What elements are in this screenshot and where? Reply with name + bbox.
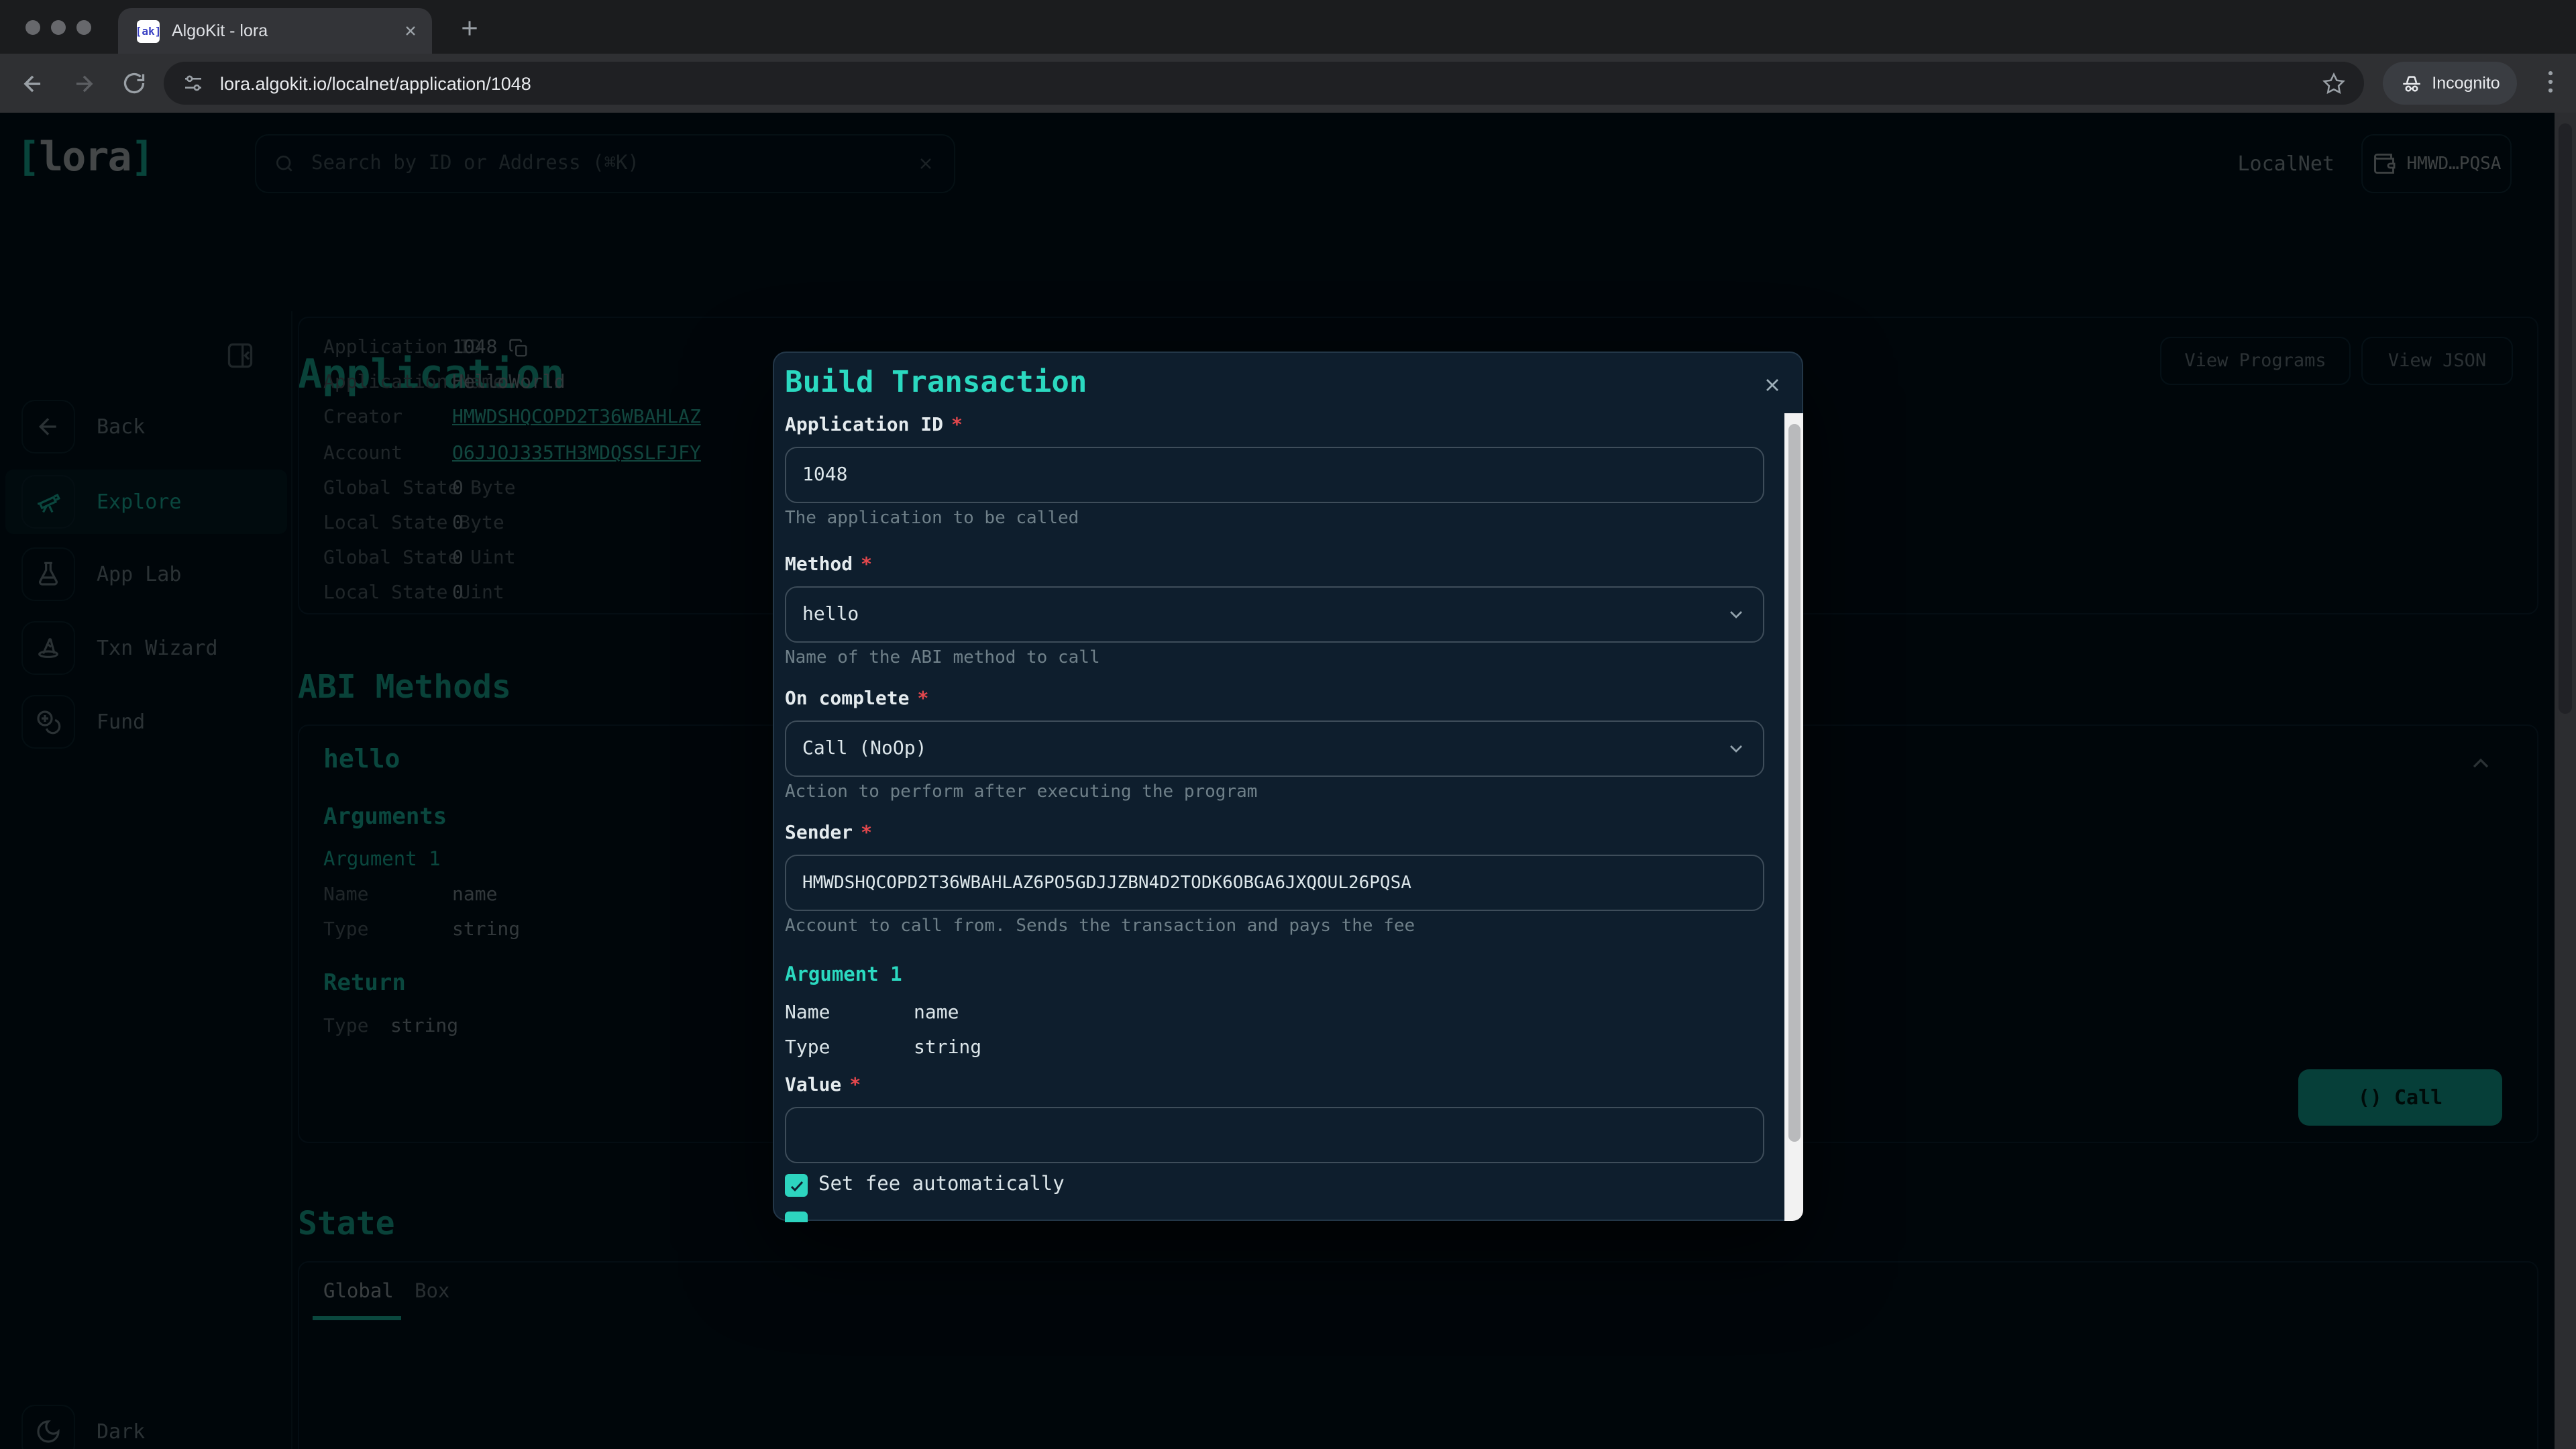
modal-scrollbar-thumb[interactable]	[1788, 424, 1800, 1142]
incognito-icon	[2400, 72, 2422, 95]
page-scrollbar[interactable]	[2555, 113, 2576, 1449]
app-id-label: Application ID*	[785, 415, 963, 436]
forward-button[interactable]	[64, 64, 102, 102]
checkmark-icon	[788, 1177, 804, 1193]
fee-checkbox[interactable]	[785, 1174, 808, 1197]
modal-title: Build Transaction	[785, 366, 1087, 400]
method-helper: Name of the ABI method to call	[785, 648, 1100, 668]
browser-tab[interactable]: [ak] AlgoKit - lora	[118, 8, 432, 54]
value-label: Value*	[785, 1075, 861, 1096]
modal-arg-type-label: Type	[785, 1037, 830, 1059]
value-input[interactable]	[785, 1107, 1764, 1163]
sender-helper: Account to call from. Sends the transact…	[785, 916, 1415, 936]
app-id-helper: The application to be called	[785, 508, 1079, 529]
close-icon[interactable]	[1762, 374, 1783, 396]
modal-argument1-heading: Argument 1	[785, 965, 902, 986]
tab-close-icon[interactable]	[402, 23, 419, 39]
method-label: Method*	[785, 554, 872, 576]
new-tab-button[interactable]	[451, 9, 488, 47]
app-id-input[interactable]	[785, 447, 1764, 503]
browser-tab-strip: [ak] AlgoKit - lora	[0, 0, 2576, 54]
modal-arg-name-value: name	[914, 1002, 959, 1024]
method-select[interactable]: hello	[785, 586, 1764, 643]
next-checkbox-partial[interactable]	[785, 1212, 808, 1222]
screen: [ak] AlgoKit - lora lora.algokit.io/loca…	[0, 0, 2576, 1449]
site-favicon: [ak]	[137, 19, 160, 42]
site-settings-icon[interactable]	[182, 72, 204, 94]
back-button[interactable]	[13, 64, 51, 102]
on-complete-helper: Action to perform after executing the pr…	[785, 782, 1257, 802]
modal-arg-type-value: string	[914, 1037, 981, 1059]
on-complete-select[interactable]: Call (NoOp)	[785, 720, 1764, 777]
on-complete-label: On complete*	[785, 688, 928, 710]
fee-checkbox-label: Set fee automatically	[818, 1174, 1065, 1195]
build-transaction-modal: Build Transaction Application ID* The ap…	[773, 352, 1803, 1221]
reload-button[interactable]	[115, 64, 153, 102]
chevron-down-icon	[1725, 604, 1747, 625]
bookmark-star-icon[interactable]	[2322, 72, 2345, 95]
sender-input[interactable]	[785, 855, 1764, 911]
modal-arg-name-label: Name	[785, 1002, 830, 1024]
tab-title: AlgoKit - lora	[172, 21, 402, 40]
chevron-down-icon	[1725, 738, 1747, 759]
url-text: lora.algokit.io/localnet/application/104…	[220, 73, 531, 93]
browser-menu-icon[interactable]	[2540, 67, 2561, 97]
window-maximize-button[interactable]	[76, 20, 91, 35]
incognito-badge: Incognito	[2383, 62, 2517, 105]
browser-toolbar: lora.algokit.io/localnet/application/104…	[0, 54, 2576, 113]
window-minimize-button[interactable]	[51, 20, 66, 35]
page-scrollbar-thumb[interactable]	[2559, 123, 2572, 714]
modal-scrollbar[interactable]	[1784, 413, 1803, 1221]
address-bar[interactable]: lora.algokit.io/localnet/application/104…	[164, 62, 2364, 105]
window-close-button[interactable]	[25, 20, 40, 35]
sender-label: Sender*	[785, 822, 872, 844]
incognito-label: Incognito	[2432, 74, 2500, 93]
